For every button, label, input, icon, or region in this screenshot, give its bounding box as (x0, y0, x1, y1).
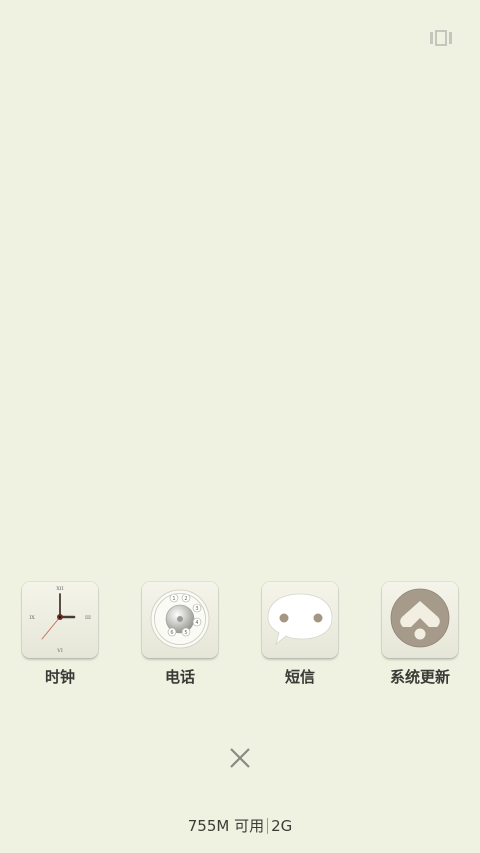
phone-tile[interactable]: 1 2 3 4 5 6 (142, 582, 218, 658)
memory-status: 755M 可用 2G (0, 815, 480, 836)
dial-digit-3: 3 (195, 606, 198, 612)
close-all-button[interactable] (226, 744, 254, 772)
clock-numeral-right: III (85, 615, 91, 621)
multi-window-icon (430, 30, 452, 46)
app-label: 短信 (284, 668, 315, 686)
dial-digit-4: 4 (195, 620, 198, 626)
app-system-update[interactable]: 系统更新 (370, 582, 470, 692)
clock-icon: XII III VI IX (29, 586, 91, 654)
speech-bubble-icon (267, 593, 333, 646)
app-phone[interactable]: 1 2 3 4 5 6 电话 (130, 582, 230, 692)
clock-tile[interactable]: XII III VI IX (22, 582, 98, 658)
clock-numeral-left: IX (29, 615, 35, 621)
clock-numeral-top: XII (56, 586, 64, 592)
dial-digit-2: 2 (184, 596, 187, 602)
app-label: 电话 (164, 668, 195, 686)
recent-apps-dock: XII III VI IX 时钟 1 2 3 4 5 6 电话 短信 系统更新 (0, 582, 480, 692)
system-update-icon (390, 588, 450, 648)
clock-numeral-bottom: VI (56, 648, 63, 654)
close-icon (230, 748, 250, 768)
dial-digit-6: 6 (170, 630, 173, 636)
app-messages[interactable]: 短信 (250, 582, 350, 692)
memory-total: 2G (271, 817, 293, 835)
messages-tile[interactable] (262, 582, 338, 658)
app-label: 时钟 (44, 668, 75, 686)
memory-available: 755M 可用 (187, 817, 265, 835)
multi-window-button[interactable] (430, 30, 452, 46)
app-clock[interactable]: XII III VI IX 时钟 (10, 582, 110, 692)
memory-divider (267, 818, 269, 834)
dial-digit-5: 5 (184, 630, 187, 636)
system-update-tile[interactable] (382, 582, 458, 658)
dial-digit-1: 1 (172, 596, 175, 602)
rotary-dial-icon: 1 2 3 4 5 6 (150, 589, 210, 649)
app-label: 系统更新 (389, 668, 450, 686)
